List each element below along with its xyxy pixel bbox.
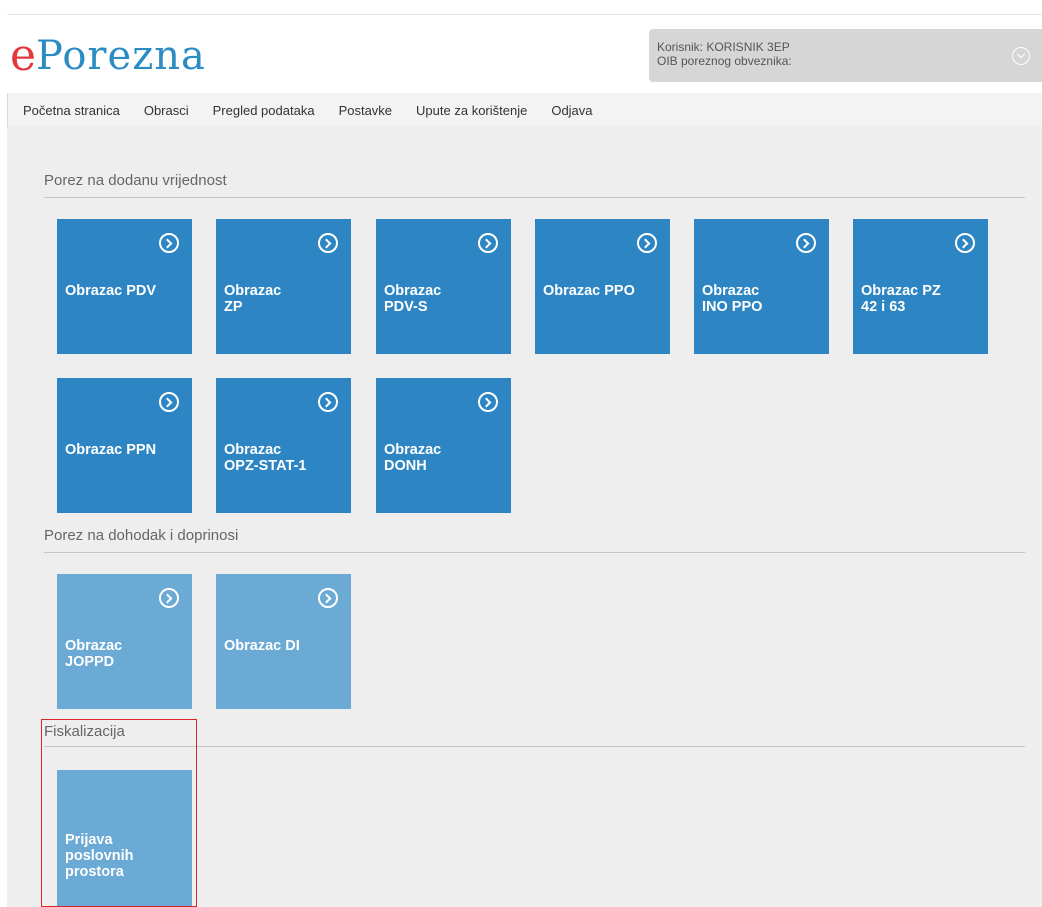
tile-label: Obrazac PZ 42 i 63 [861,283,941,315]
arrow-right-icon [478,233,498,253]
tile-obrazac-pdv[interactable]: Obrazac PDV [57,219,192,354]
arrow-right-icon [796,233,816,253]
user-info-lines: Korisnik: KORISNIK 3EP OIB poreznog obve… [657,40,792,68]
section-divider [44,197,1025,198]
tile-label: Obrazac INO PPO [702,283,763,315]
arrow-right-icon [637,233,657,253]
tile-label: Obrazac ZP [224,283,282,315]
arrow-right-icon [318,392,338,412]
arrow-right-icon [318,588,338,608]
header-top-border [7,14,1042,15]
section-title-income-tax: Porez na dohodak i doprinosi [44,527,239,544]
logo-e-letter: e [10,30,37,81]
arrow-right-icon [159,233,179,253]
tile-prijava-poslovnih-prostora[interactable]: Prijava poslovnih prostora [57,770,192,907]
tile-obrazac-pz[interactable]: Obrazac PZ 42 i 63 [853,219,988,354]
tile-label: Prijava poslovnih prostora [65,832,134,880]
tile-label: Obrazac PDV [65,283,157,299]
user-info-box[interactable]: Korisnik: KORISNIK 3EP OIB poreznog obve… [649,29,1042,82]
tile-obrazac-ino-ppo[interactable]: Obrazac INO PPO [694,219,829,354]
nav-data-overview[interactable]: Pregled podataka [213,103,315,118]
section-divider [44,552,1025,553]
nav-user-guide[interactable]: Upute za korištenje [416,103,527,118]
user-name: Korisnik: KORISNIK 3EP [657,40,790,54]
section-title-fiscalization: Fiskalizacija [44,723,125,740]
tile-label: Obrazac OPZ-STAT-1 [224,442,307,474]
tile-obrazac-ppn[interactable]: Obrazac PPN [57,378,192,513]
arrow-right-icon [955,233,975,253]
section-divider [44,746,1025,747]
tile-obrazac-joppd[interactable]: Obrazac JOPPD [57,574,192,709]
eporezna-logo[interactable]: e Porezna [10,28,206,81]
tile-obrazac-ppo[interactable]: Obrazac PPO [535,219,670,354]
arrow-right-icon [159,392,179,412]
nav-forms[interactable]: Obrasci [144,103,189,118]
arrow-right-icon [318,233,338,253]
user-oib: OIB poreznog obveznika: [657,54,792,68]
tile-label: Obrazac DI [224,638,300,654]
tile-obrazac-zp[interactable]: Obrazac ZP [216,219,351,354]
tile-label: Obrazac PPO [543,283,635,299]
tile-obrazac-di[interactable]: Obrazac DI [216,574,351,709]
nav-home[interactable]: Početna stranica [23,103,120,118]
section-title-vat: Porez na dodanu vrijednost [44,172,227,189]
arrow-right-icon [478,392,498,412]
arrow-right-icon [159,588,179,608]
tile-label: Obrazac DONH [384,442,442,474]
tile-obrazac-pdv-s[interactable]: Obrazac PDV-S [376,219,511,354]
tile-obrazac-opz-stat-1[interactable]: Obrazac OPZ-STAT-1 [216,378,351,513]
logo-text: Porezna [36,33,206,79]
tile-label: Obrazac JOPPD [65,638,123,670]
chevron-down-icon[interactable] [1012,47,1030,65]
tile-obrazac-donh[interactable]: Obrazac DONH [376,378,511,513]
tile-label: Obrazac PDV-S [384,283,442,315]
main-navigation: Početna stranica Obrasci Pregled podatak… [7,93,1042,128]
content-area: Porez na dodanu vrijednost Obrazac PDV O… [7,127,1042,907]
tile-label: Obrazac PPN [65,442,157,458]
nav-logout[interactable]: Odjava [551,103,592,118]
nav-settings[interactable]: Postavke [339,103,392,118]
